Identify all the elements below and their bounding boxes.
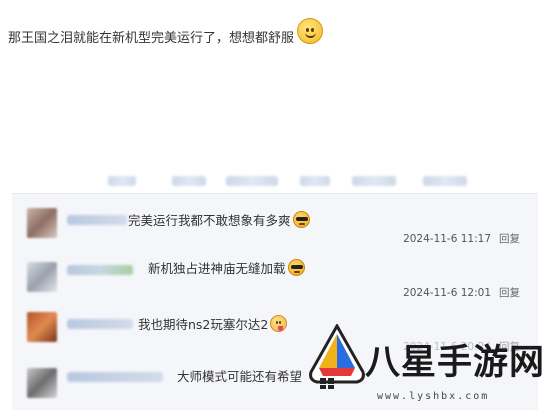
watermark-title: 八星手游网 [365,342,546,383]
blurred-action[interactable] [108,176,136,186]
post-text-row: 那王国之泪就能在新机型完美运行了，想想都舒服 [8,17,324,46]
smile-emoji-icon [297,17,324,44]
comment-text-row: 我也期待ns2玩塞尔达2 [138,314,288,333]
blurred-action[interactable] [226,176,278,186]
username[interactable] [67,215,127,225]
reply-button[interactable]: 回复 [499,287,520,299]
blurred-action[interactable] [172,176,206,186]
comment-time: 2024-11-6 11:17 [403,233,491,245]
blurred-action[interactable] [352,176,396,186]
cool-sunglasses-emoji-icon [287,259,305,276]
comment-text-row: 大师模式可能还有希望 [177,366,302,385]
comment-time: 2024-11-6 12:01 [403,287,491,299]
comment-text-row: 新机独占进神庙无缝加载 [148,258,305,277]
post-text: 那王国之泪就能在新机型完美运行了，想想都舒服 [8,31,295,46]
watermark-url: www.lyshbx.com [377,391,490,402]
comment-text: 我也期待ns2玩塞尔达2 [138,317,269,332]
site-watermark: 八星手游网 www.lyshbx.com [305,320,550,410]
comment-text-row: 完美运行我都不敢想象有多爽 [128,210,310,229]
tongue-out-emoji-icon [270,315,288,332]
comment-item: 完美运行我都不敢想象有多爽 2024-11-6 11:17 回复 [12,202,538,254]
blurred-action[interactable] [423,176,467,186]
avatar[interactable] [27,312,57,342]
username[interactable] [67,265,133,275]
username[interactable] [67,372,163,382]
post-action-bar [108,172,528,190]
reply-button[interactable]: 回复 [499,233,520,245]
site-logo-icon [309,324,365,389]
comment-item: 新机独占进神庙无缝加载 2024-11-6 12:01 回复 [12,254,538,306]
comment-text: 完美运行我都不敢想象有多爽 [128,213,291,228]
cool-sunglasses-emoji-icon [292,211,310,228]
comment-text: 新机独占进神庙无缝加载 [148,261,286,276]
username[interactable] [67,319,133,329]
blurred-action[interactable] [300,176,330,186]
avatar[interactable] [27,368,57,398]
avatar[interactable] [27,208,57,238]
comment-text: 大师模式可能还有希望 [177,369,303,384]
comment-meta: 2024-11-6 11:17 回复 [403,231,520,246]
avatar[interactable] [27,262,57,292]
comment-meta: 2024-11-6 12:01 回复 [403,285,520,300]
